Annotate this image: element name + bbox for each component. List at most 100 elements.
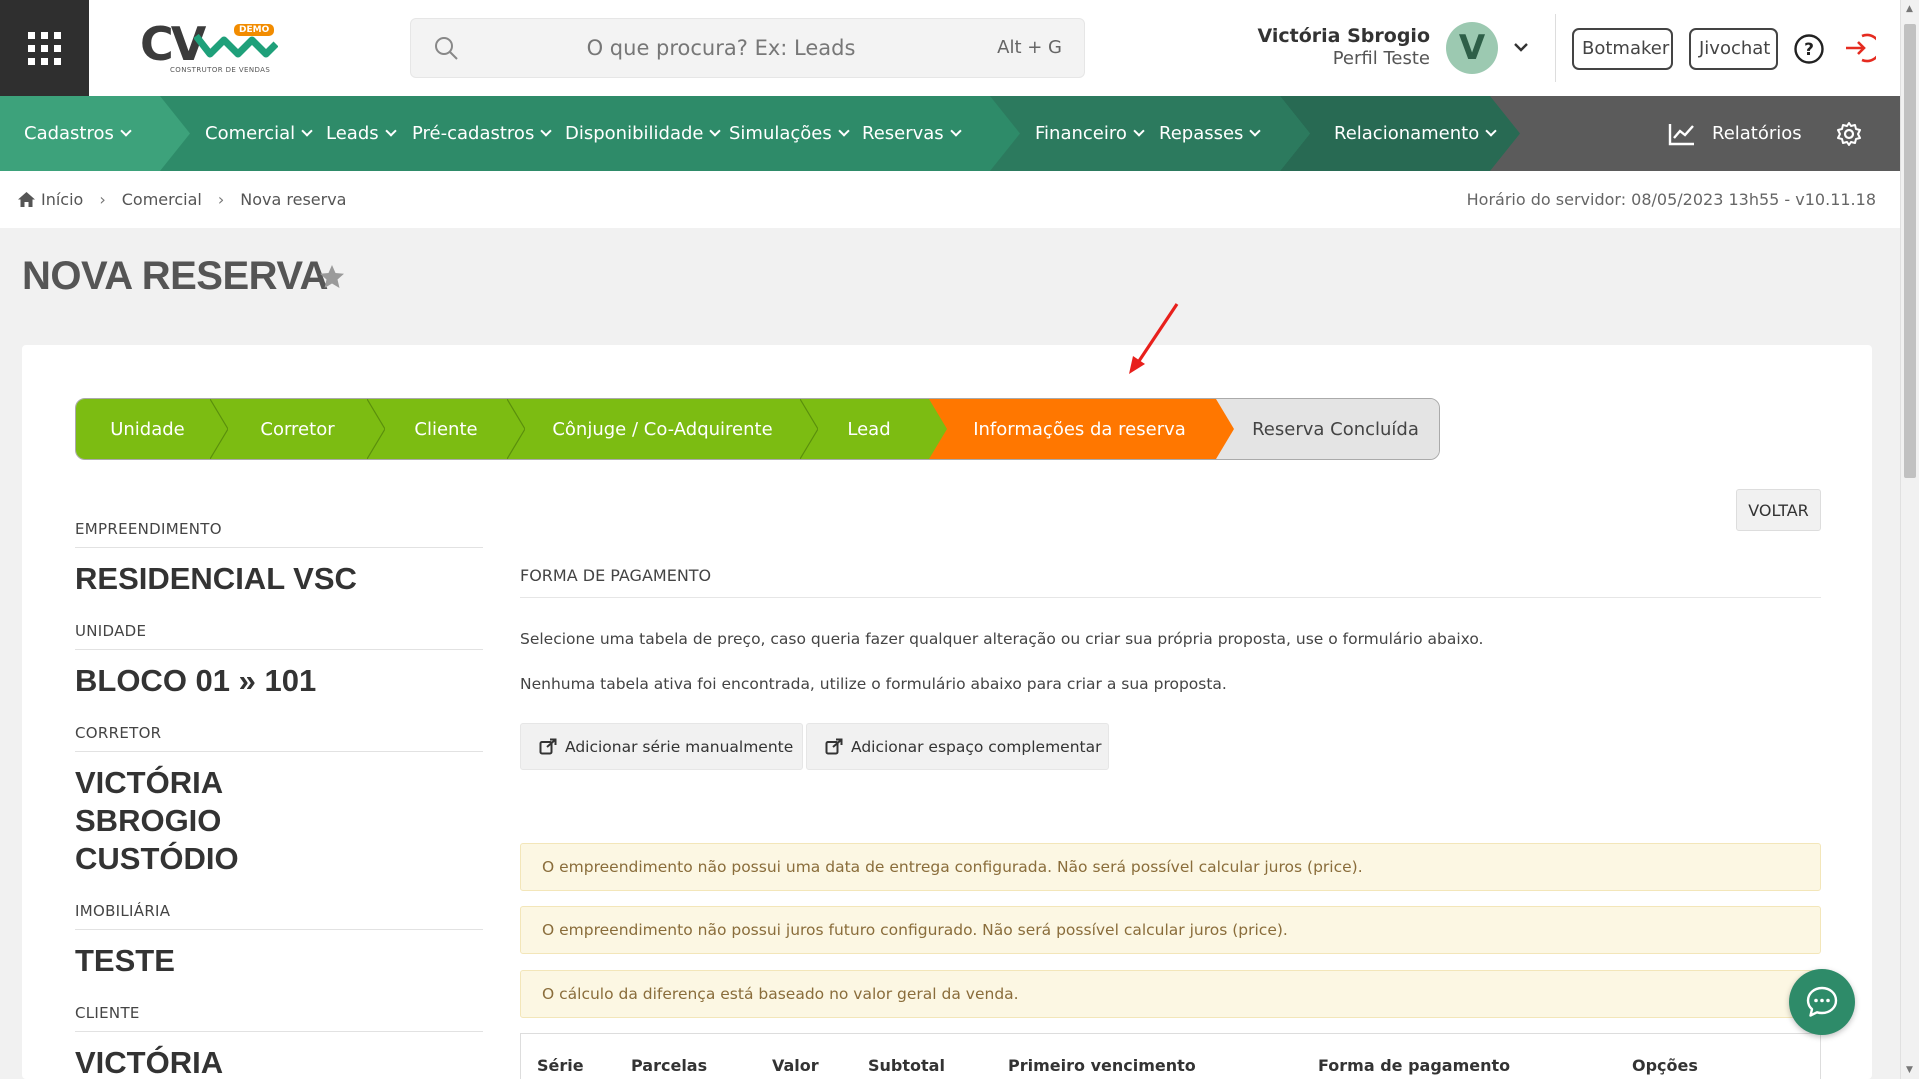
summary-value: RESIDENCIAL VSC: [75, 561, 357, 596]
reservation-summary: EMPREENDIMENTO RESIDENCIAL VSC UNIDADE B…: [75, 520, 483, 1079]
step-conjuge[interactable]: Cônjuge / Co-Adquirente: [516, 399, 809, 459]
scroll-up-icon[interactable]: ▲: [1906, 4, 1913, 14]
payment-table-header: Série Parcelas Valor Subtotal Primeiro v…: [520, 1033, 1821, 1079]
home-icon: [18, 192, 35, 207]
breadcrumb-bar: Início › Comercial › Nova reserva Horári…: [0, 171, 1900, 228]
warning-alert: O empreendimento não possui uma data de …: [520, 843, 1821, 891]
section-label: FORMA DE PAGAMENTO: [520, 566, 1821, 598]
chevron-down-icon: [301, 125, 313, 137]
step-informacoes-reserva[interactable]: Informações da reserva: [929, 399, 1216, 459]
apps-menu-button[interactable]: [0, 0, 89, 96]
jivochat-button[interactable]: Jivochat: [1689, 28, 1778, 70]
breadcrumb: Início › Comercial › Nova reserva: [18, 190, 346, 209]
nav-item-comercial[interactable]: Comercial: [205, 96, 313, 171]
nav-item-simulacoes[interactable]: Simulações: [729, 96, 850, 171]
nav-item-disponibilidade[interactable]: Disponibilidade: [565, 96, 722, 171]
chevron-down-icon: [1249, 125, 1262, 137]
scroll-down-icon[interactable]: ▼: [1906, 1065, 1913, 1075]
step-separator: [929, 399, 947, 459]
nav-item-relatorios[interactable]: Relatórios: [1668, 96, 1802, 171]
step-separator: [800, 399, 818, 459]
no-table-message: Nenhuma tabela ativa foi encontrada, uti…: [520, 675, 1227, 693]
help-icon[interactable]: ?: [1793, 33, 1825, 65]
chart-line-icon: [1668, 124, 1694, 146]
server-time: Horário do servidor: 08/05/2023 13h55 - …: [1466, 190, 1876, 209]
summary-field-empreendimento: EMPREENDIMENTO RESIDENCIAL VSC: [75, 520, 483, 598]
summary-label: CLIENTE: [75, 1004, 483, 1032]
nav-item-pre-cadastros[interactable]: Pré-cadastros: [412, 96, 552, 171]
column-header: Forma de pagamento: [1318, 1056, 1511, 1075]
user-profile: Perfil Teste: [1332, 48, 1430, 69]
wizard-steps: Unidade Corretor Cliente Cônjuge / Co-Ad…: [75, 398, 1440, 460]
external-link-icon: [539, 738, 557, 755]
scrollbar-thumb[interactable]: [1904, 24, 1916, 478]
logout-icon[interactable]: [1842, 31, 1876, 65]
step-separator: [507, 399, 525, 459]
logo[interactable]: CV DEMO CONSTRUTOR DE VENDAS: [140, 18, 280, 78]
summary-value: VICTÓRIA: [75, 1045, 224, 1079]
step-separator: [1216, 399, 1234, 459]
breadcrumb-comercial[interactable]: Comercial: [122, 190, 202, 209]
step-reserva-concluida[interactable]: Reserva Concluída: [1216, 399, 1439, 459]
column-header: Primeiro vencimento: [1008, 1056, 1196, 1075]
step-unidade[interactable]: Unidade: [76, 399, 219, 459]
back-button[interactable]: VOLTAR: [1736, 489, 1821, 531]
summary-value: TESTE: [75, 943, 175, 978]
column-header: Parcelas: [631, 1056, 708, 1075]
chevron-down-icon: [838, 125, 850, 137]
nav-item-financeiro[interactable]: Financeiro: [1035, 96, 1145, 171]
warning-alert: O empreendimento não possui juros futuro…: [520, 906, 1821, 954]
chevron-right-icon: ›: [99, 190, 106, 209]
step-cliente[interactable]: Cliente: [376, 399, 516, 459]
column-header: Valor: [772, 1056, 819, 1075]
search-input[interactable]: [491, 19, 951, 77]
chevron-down-icon: [950, 125, 962, 137]
chevron-down-icon: [709, 125, 722, 137]
top-bar: CV DEMO CONSTRUTOR DE VENDAS Alt + G Vic…: [0, 0, 1900, 96]
gear-icon[interactable]: [1836, 121, 1862, 147]
column-header: Série: [537, 1056, 584, 1075]
scrollbar[interactable]: ▲ ▼: [1900, 0, 1919, 1079]
step-separator: [367, 399, 385, 459]
add-space-button[interactable]: Adicionar espaço complementar: [806, 723, 1109, 770]
chevron-down-icon[interactable]: [1510, 36, 1532, 58]
red-arrow-icon: [1129, 303, 1179, 374]
search-box: Alt + G: [410, 18, 1085, 78]
search-shortcut: Alt + G: [997, 37, 1062, 58]
logo-subtitle: CONSTRUTOR DE VENDAS: [170, 66, 271, 74]
external-link-icon: [825, 738, 843, 755]
summary-label: UNIDADE: [75, 622, 483, 650]
step-lead[interactable]: Lead: [809, 399, 929, 459]
avatar[interactable]: V: [1446, 22, 1498, 74]
nav-item-leads[interactable]: Leads: [326, 96, 397, 171]
breadcrumb-home[interactable]: Início: [41, 190, 83, 209]
summary-value: BLOCO 01 » 101: [75, 663, 317, 698]
payment-instructions: Selecione uma tabela de preço, caso quer…: [520, 630, 1484, 648]
search-icon: [435, 37, 458, 60]
summary-label: EMPREENDIMENTO: [75, 520, 483, 548]
grid-icon: [28, 31, 61, 65]
summary-field-imobiliaria: IMOBILIÁRIA TESTE: [75, 902, 483, 980]
logo-wave-icon: [194, 33, 278, 58]
nav-item-reservas[interactable]: Reservas: [862, 96, 962, 171]
step-corretor[interactable]: Corretor: [219, 399, 376, 459]
chevron-down-icon: [120, 125, 132, 137]
botmaker-button[interactable]: Botmaker: [1572, 28, 1673, 70]
nav-item-repasses[interactable]: Repasses: [1159, 96, 1262, 171]
nav-segment-finance: [980, 96, 1310, 171]
divider: [1555, 14, 1556, 82]
summary-field-cliente: CLIENTE VICTÓRIA: [75, 1004, 483, 1079]
nav-item-relacionamento[interactable]: Relacionamento: [1334, 96, 1497, 171]
add-series-button[interactable]: Adicionar série manualmente: [520, 723, 803, 770]
chat-button[interactable]: [1789, 969, 1855, 1035]
svg-text:?: ?: [1804, 40, 1814, 60]
summary-field-unidade: UNIDADE BLOCO 01 » 101: [75, 622, 483, 700]
chevron-right-icon: ›: [217, 190, 225, 209]
user-info[interactable]: Victória Sbrogio Perfil Teste: [1258, 24, 1430, 70]
chevron-down-icon: [384, 125, 397, 137]
logo-badge: DEMO: [234, 24, 275, 36]
payment-section: FORMA DE PAGAMENTO Selecione uma tabela …: [520, 566, 1821, 1079]
nav-item-cadastros[interactable]: Cadastros: [24, 96, 132, 171]
star-icon[interactable]: [318, 263, 346, 291]
step-separator: [210, 399, 228, 459]
